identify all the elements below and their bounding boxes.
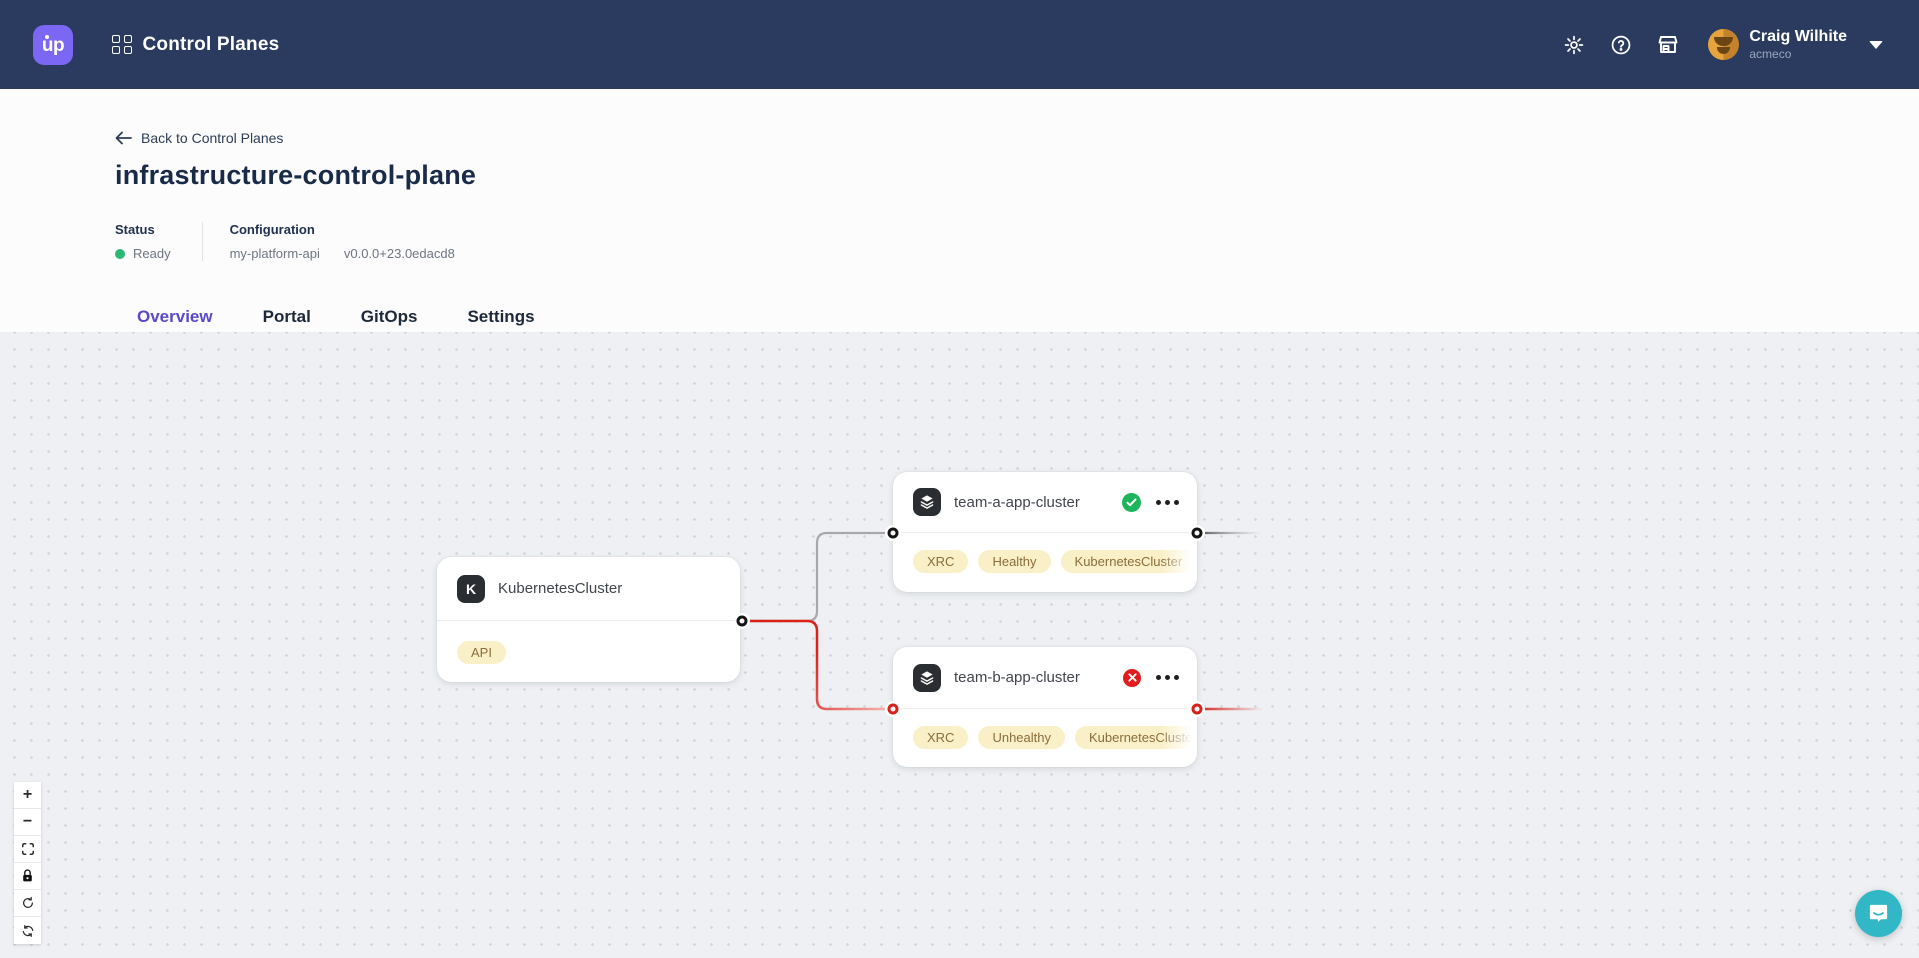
arrow-left-icon: [115, 131, 132, 145]
handle-team-a-right[interactable]: [1192, 528, 1203, 539]
rotate-icon-button[interactable]: [14, 890, 41, 917]
app-title: Control Planes: [143, 34, 280, 56]
meta-row: Status Ready Configuration my-platform-a…: [115, 222, 1919, 261]
page-head: Back to Control Planes infrastructure-co…: [0, 89, 1919, 261]
configuration-version: v0.0.0+23.0edacd8: [344, 246, 455, 261]
badge-healthy: Healthy: [978, 550, 1050, 573]
user-menu[interactable]: Craig Wilhite acmeco: [1708, 28, 1883, 62]
lock-icon-button[interactable]: [14, 863, 41, 890]
user-meta: Craig Wilhite acmeco: [1749, 28, 1847, 62]
layers-icon: [913, 664, 941, 692]
chat-launcher-button[interactable]: [1855, 890, 1902, 937]
configuration-block: Configuration my-platform-api v0.0.0+23.…: [230, 222, 455, 261]
status-value: Ready: [115, 246, 171, 261]
status-label: Status: [115, 222, 171, 237]
help-icon[interactable]: [1609, 33, 1633, 57]
avatar: [1708, 29, 1739, 60]
node-header: team-a-app-cluster: [893, 472, 1197, 533]
badge-xrc: XRC: [913, 726, 968, 749]
node-header: K KubernetesCluster: [437, 557, 740, 621]
node-team-a-app-cluster[interactable]: team-a-app-cluster XRC Healthy Kubernete…: [893, 472, 1197, 592]
user-name: Craig Wilhite: [1749, 28, 1847, 46]
configuration-name: my-platform-api: [230, 246, 320, 261]
handle-team-b-left[interactable]: [888, 704, 899, 715]
layers-icon: [913, 488, 941, 516]
status-block: Status Ready: [115, 222, 171, 261]
header-actions: Craig Wilhite acmeco: [1539, 28, 1883, 62]
badge-xrc: XRC: [913, 550, 968, 573]
node-badges: API: [437, 621, 740, 664]
grid-icon: [112, 35, 132, 55]
app-nav[interactable]: Control Planes: [112, 34, 279, 56]
caret-down-icon[interactable]: [1869, 41, 1883, 49]
kubernetes-k-icon: K: [457, 575, 485, 603]
back-link[interactable]: Back to Control Planes: [115, 130, 283, 146]
configuration-value: my-platform-api v0.0.0+23.0edacd8: [230, 246, 455, 261]
back-link-label: Back to Control Planes: [141, 130, 283, 146]
handle-team-b-right[interactable]: [1192, 704, 1203, 715]
healthy-check-icon: [1122, 493, 1141, 512]
chat-bubble-icon: [1867, 902, 1890, 925]
fit-view-button[interactable]: [14, 836, 41, 863]
flow-controls: + −: [14, 782, 41, 944]
badge-api: API: [457, 641, 506, 664]
marketplace-icon[interactable]: [1656, 33, 1680, 57]
node-menu-button[interactable]: [1156, 500, 1179, 505]
page-title: infrastructure-control-plane: [115, 160, 1919, 191]
node-header: team-b-app-cluster: [893, 647, 1197, 709]
refresh-icon-button[interactable]: [14, 917, 41, 944]
badge-kubernetescluster: KubernetesCluster: [1061, 550, 1197, 573]
node-badges: XRC Unhealthy KubernetesCluster: [893, 709, 1197, 749]
node-team-b-app-cluster[interactable]: team-b-app-cluster XRC Unhealthy Kuberne…: [893, 647, 1197, 767]
logo-text: up: [42, 35, 64, 57]
configuration-label: Configuration: [230, 222, 455, 237]
status-text: Ready: [133, 246, 171, 261]
app-header: up Control Planes: [0, 0, 1919, 89]
node-menu-button[interactable]: [1156, 675, 1179, 680]
node-title: team-a-app-cluster: [954, 494, 1080, 511]
status-ready-dot: [115, 249, 125, 259]
badge-kubernetescluster: KubernetesCluster: [1075, 726, 1197, 749]
node-kubernetescluster[interactable]: K KubernetesCluster API: [437, 557, 740, 682]
meta-divider: [202, 222, 203, 261]
gear-icon[interactable]: [1562, 33, 1586, 57]
unhealthy-x-icon: [1123, 669, 1141, 687]
graph-edges: [0, 332, 1919, 958]
node-badges: XRC Healthy KubernetesCluster: [893, 533, 1197, 573]
zoom-out-button[interactable]: −: [14, 809, 41, 836]
edge-kubernetescluster-to-team-a: [742, 533, 893, 621]
handle-team-a-left[interactable]: [888, 528, 899, 539]
badge-unhealthy: Unhealthy: [978, 726, 1065, 749]
zoom-in-button[interactable]: +: [14, 782, 41, 809]
node-title: KubernetesCluster: [498, 580, 622, 597]
handle-kubernetescluster-right[interactable]: [737, 616, 748, 627]
graph-canvas[interactable]: K KubernetesCluster API team-a-app-clust…: [0, 332, 1919, 958]
edge-kubernetescluster-to-team-b: [742, 621, 893, 709]
upbound-logo[interactable]: up: [33, 25, 73, 65]
node-title: team-b-app-cluster: [954, 669, 1080, 686]
user-org: acmeco: [1749, 48, 1847, 61]
